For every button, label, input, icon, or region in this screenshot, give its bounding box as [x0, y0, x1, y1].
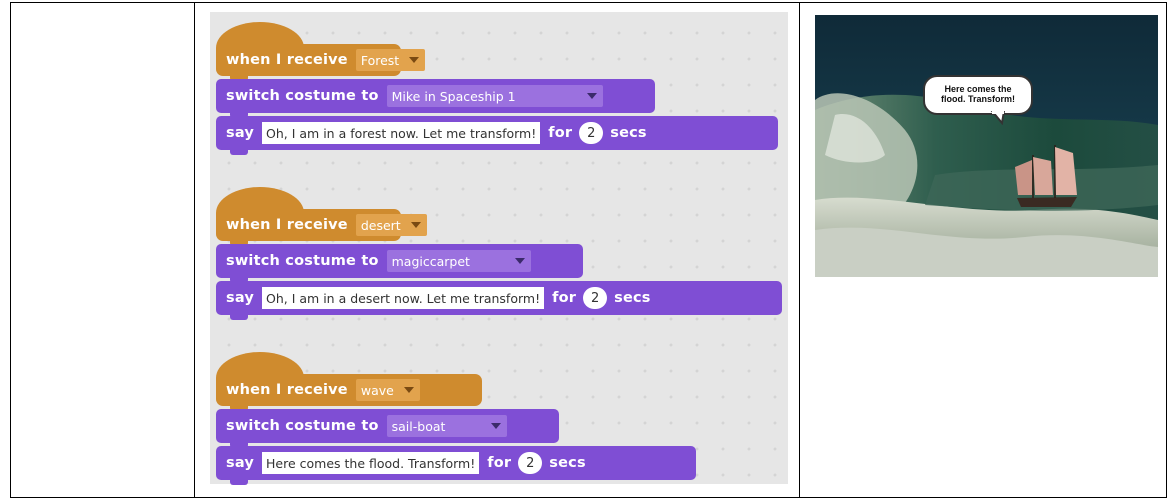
hat-keyword: when I receive [226, 382, 348, 398]
secs-keyword: secs [614, 290, 651, 306]
scripts-area[interactable]: when I receive Forest switch costume to … [210, 12, 788, 485]
message-dropdown[interactable]: wave [355, 379, 420, 401]
when-i-receive-block[interactable]: when I receive wave [216, 352, 482, 411]
message-value: Forest [360, 52, 400, 68]
for-keyword: for [548, 125, 573, 141]
switch-keyword: switch costume to [226, 253, 379, 269]
say-keyword: say [226, 125, 255, 141]
message-value: desert [360, 217, 401, 233]
chevron-down-icon [410, 222, 421, 228]
say-text-input[interactable]: Oh, I am in a forest now. Let me transfo… [262, 122, 541, 144]
script-desert[interactable]: when I receive desert switch costume to … [216, 187, 782, 320]
say-text-input[interactable]: Oh, I am in a desert now. Let me transfo… [262, 287, 545, 309]
for-keyword: for [552, 290, 577, 306]
say-text-input[interactable]: Here comes the flood. Transform! [262, 452, 480, 474]
chevron-down-icon [409, 57, 420, 63]
say-keyword: say [226, 290, 255, 306]
script-forest[interactable]: when I receive Forest switch costume to … [216, 22, 778, 155]
table-divider-1 [194, 3, 195, 497]
for-keyword: for [487, 455, 512, 471]
secs-keyword: secs [549, 455, 586, 471]
table-divider-2 [799, 3, 800, 497]
speech-bubble: Here comes the flood. Transform! [923, 75, 1033, 115]
costume-value: magiccarpet [391, 253, 470, 269]
costume-dropdown[interactable]: Mike in Spaceship 1 [386, 85, 603, 107]
costume-dropdown[interactable]: magiccarpet [386, 250, 531, 272]
costume-value: Mike in Spaceship 1 [391, 88, 516, 104]
switch-keyword: switch costume to [226, 418, 379, 434]
chevron-down-icon [490, 423, 501, 429]
seconds-input[interactable]: 2 [583, 287, 608, 309]
wave-photo-image [815, 15, 1158, 277]
switch-keyword: switch costume to [226, 88, 379, 104]
switch-costume-block[interactable]: switch costume to magiccarpet [216, 244, 583, 283]
message-value: wave [360, 382, 394, 398]
seconds-input[interactable]: 2 [579, 122, 604, 144]
when-i-receive-block[interactable]: when I receive desert [216, 187, 427, 246]
stage-photo: Here comes the flood. Transform! [815, 15, 1158, 277]
secs-keyword: secs [610, 125, 647, 141]
chevron-down-icon [514, 258, 525, 264]
chevron-down-icon [586, 93, 597, 99]
speech-line-1: Here comes the [944, 84, 1012, 94]
say-block[interactable]: say Oh, I am in a desert now. Let me tra… [216, 281, 782, 320]
hat-keyword: when I receive [226, 52, 348, 68]
costume-value: sail-boat [391, 418, 446, 434]
message-dropdown[interactable]: desert [355, 214, 427, 236]
switch-costume-block[interactable]: switch costume to sail-boat [216, 409, 559, 448]
say-keyword: say [226, 455, 255, 471]
seconds-input[interactable]: 2 [518, 452, 543, 474]
chevron-down-icon [403, 387, 414, 393]
script-wave[interactable]: when I receive wave switch costume to sa… [216, 352, 696, 485]
speech-bubble-tail [990, 111, 1006, 125]
message-dropdown[interactable]: Forest [355, 49, 426, 71]
when-i-receive-block[interactable]: when I receive Forest [216, 22, 426, 81]
say-block[interactable]: say Oh, I am in a forest now. Let me tra… [216, 116, 778, 155]
say-block[interactable]: say Here comes the flood. Transform! for… [216, 446, 696, 485]
costume-dropdown[interactable]: sail-boat [386, 415, 507, 437]
hat-keyword: when I receive [226, 217, 348, 233]
speech-line-2: flood. Transform! [941, 94, 1015, 104]
switch-costume-block[interactable]: switch costume to Mike in Spaceship 1 [216, 79, 655, 118]
